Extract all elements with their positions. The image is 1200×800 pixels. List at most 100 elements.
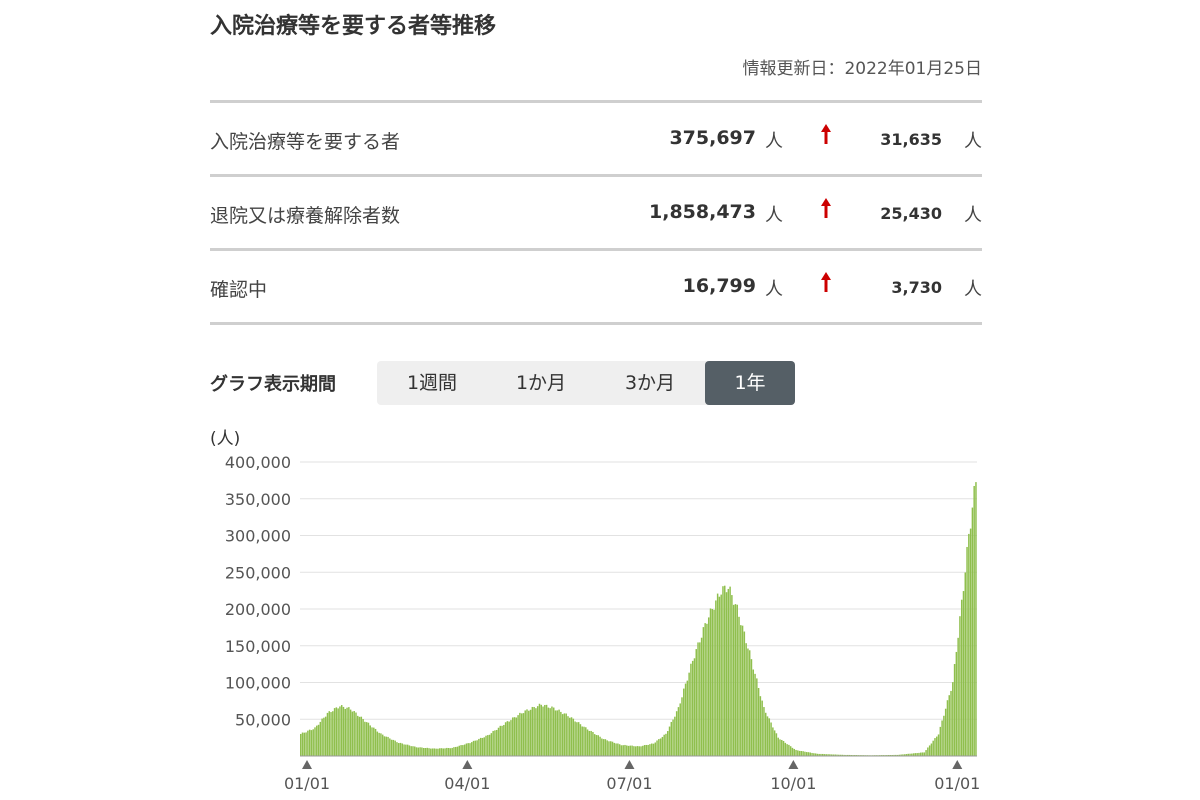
period-option-1week[interactable]: 1週間 xyxy=(377,361,487,405)
chart-bar xyxy=(966,546,968,756)
period-option-1month[interactable]: 1か月 xyxy=(487,361,595,405)
chart-bar xyxy=(763,707,765,756)
chart-bar xyxy=(697,642,699,756)
chart-bar xyxy=(693,658,696,756)
y-tick-label: 250,000 xyxy=(225,563,291,582)
chart-bar xyxy=(773,730,776,756)
chart-bar xyxy=(392,739,395,756)
chart-bar xyxy=(481,737,484,756)
chart-bar xyxy=(775,733,778,756)
update-date: 情報更新日：2022年01月25日 xyxy=(742,59,982,79)
x-tick-label: 01/01 xyxy=(934,774,980,793)
chart-bar xyxy=(969,528,972,756)
chart-bar xyxy=(374,728,377,756)
chart-bar xyxy=(658,739,660,756)
chart-bar xyxy=(501,725,503,756)
chart-bar xyxy=(679,703,681,756)
chart-bar xyxy=(688,672,690,756)
chart-bar xyxy=(547,707,550,756)
chart-bar xyxy=(323,717,325,756)
chart-bar xyxy=(442,748,445,756)
stat-delta-unit: 人 xyxy=(964,205,982,226)
chart-bar xyxy=(446,747,448,756)
chart-bar xyxy=(467,743,469,756)
chart-bar xyxy=(542,706,544,756)
chart-bar xyxy=(458,745,461,756)
chart-bar xyxy=(495,729,498,756)
chart-bar xyxy=(403,744,405,756)
chart-bar xyxy=(919,752,922,756)
chart-bar xyxy=(487,735,489,756)
chart-bar xyxy=(339,706,341,756)
chart-bar xyxy=(337,708,339,756)
chart-bar xyxy=(444,748,446,756)
chart-bar xyxy=(952,682,954,756)
chart-bar xyxy=(975,482,977,756)
y-tick-label: 350,000 xyxy=(225,490,291,509)
chart-bar xyxy=(727,588,730,756)
chart-bar xyxy=(627,745,630,756)
chart-bar xyxy=(438,748,441,756)
chart-bar xyxy=(661,736,664,756)
stat-label: 確認中 xyxy=(210,279,268,301)
chart-bar xyxy=(478,738,480,756)
chart-bar xyxy=(734,604,737,756)
chart-bar xyxy=(572,718,575,756)
chart-bar xyxy=(362,719,364,756)
stat-value: 375,697 xyxy=(669,127,756,149)
chart-bar xyxy=(715,600,717,756)
hospitalization-chart: (人) 400,000 350,000 300,000 250,000 200,000 1… xyxy=(210,429,980,793)
chart-bar xyxy=(483,737,485,756)
chart-bar xyxy=(494,730,496,756)
chart-bar xyxy=(517,715,519,756)
chart-bar xyxy=(472,740,475,756)
chart-bar xyxy=(586,729,589,756)
chart-bar xyxy=(561,714,564,756)
chart-bar xyxy=(720,594,722,756)
chart-bar xyxy=(782,740,785,756)
chart-bar xyxy=(695,649,697,756)
y-tick-label: 200,000 xyxy=(225,600,291,619)
x-tick-marker-icon xyxy=(624,760,635,769)
chart-bar xyxy=(759,696,762,756)
period-option-1year[interactable]: 1年 xyxy=(705,361,795,405)
chart-bar xyxy=(611,741,614,756)
chart-bar xyxy=(602,739,605,756)
stat-delta-unit: 人 xyxy=(964,131,982,152)
chart-bar xyxy=(522,713,525,756)
chart-bar xyxy=(677,707,680,756)
chart-bar xyxy=(595,735,598,756)
period-option-3months[interactable]: 3か月 xyxy=(595,361,705,405)
chart-bar xyxy=(943,715,945,756)
chart-bar xyxy=(333,708,336,756)
x-tick-marker-icon xyxy=(302,760,312,769)
chart-bar xyxy=(332,711,334,756)
chart-bar xyxy=(613,742,616,756)
chart-bar xyxy=(791,747,794,756)
chart-bar xyxy=(454,746,457,756)
chart-bar xyxy=(303,732,306,756)
chart-bar xyxy=(485,735,487,756)
period-label: グラフ表示期間 xyxy=(210,374,336,395)
chart-bar xyxy=(492,730,494,756)
chart-bar xyxy=(346,707,348,756)
chart-bar xyxy=(351,711,354,756)
chart-bar xyxy=(390,739,393,756)
chart-bar xyxy=(506,721,509,756)
chart-bar xyxy=(638,746,640,756)
chart-bar xyxy=(802,751,804,756)
chart-bar xyxy=(371,727,373,756)
chart-bar xyxy=(761,700,763,756)
stat-row-confirming: 確認中 16,799 人 3,730 人 xyxy=(210,251,982,325)
chart-bar xyxy=(606,740,608,756)
chart-bar xyxy=(321,718,323,756)
chart-bar xyxy=(804,751,806,756)
chart-bar xyxy=(707,617,710,756)
stat-value: 16,799 xyxy=(682,275,756,297)
chart-bar xyxy=(645,744,648,756)
chart-bar xyxy=(626,745,628,756)
chart-bar xyxy=(316,725,318,756)
y-tick-label: 100,000 xyxy=(225,674,291,693)
chart-bar xyxy=(317,724,320,756)
chart-bar xyxy=(718,596,721,756)
